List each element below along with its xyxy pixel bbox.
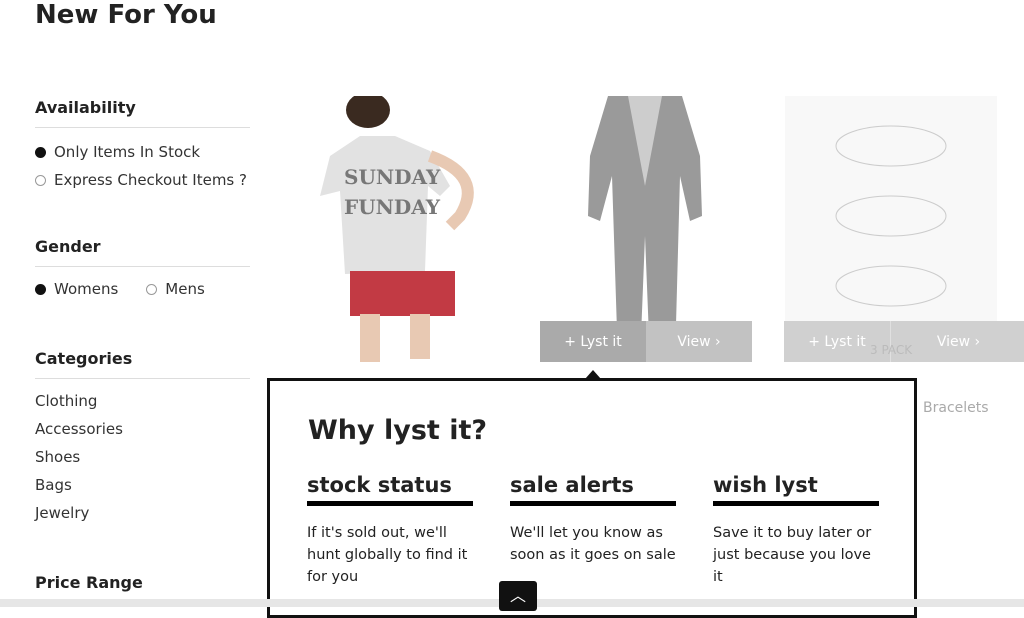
radio-icon <box>35 146 46 158</box>
why-lyst-popup: Why lyst it? stock status If it's sold o… <box>267 378 917 618</box>
popup-title: Why lyst it? <box>308 415 488 446</box>
chevron-up-icon: ︿ <box>509 586 526 605</box>
popup-column-wish: wish lyst Save it to buy later or just b… <box>713 473 879 588</box>
category-shoes[interactable]: Shoes <box>35 443 250 471</box>
radio-icon <box>35 283 46 295</box>
popup-column-sale: sale alerts We'll let you know as soon a… <box>510 473 676 566</box>
category-bags[interactable]: Bags <box>35 471 250 499</box>
column-text: Save it to buy later or just because you… <box>713 525 872 585</box>
product-category: Bracelets <box>923 400 989 416</box>
gender-title: Gender <box>35 237 250 267</box>
lyst-it-button[interactable]: + Lyst it <box>540 321 646 362</box>
page-title: New For You <box>35 0 217 30</box>
view-button[interactable]: View › <box>646 321 752 362</box>
radio-icon <box>35 174 46 186</box>
product-tshirt[interactable]: SUNDAY FUNDAY <box>300 92 512 362</box>
column-text: If it's sold out, we'll hunt globally to… <box>307 525 468 585</box>
column-heading: stock status <box>307 473 473 506</box>
categories-filter: Categories Clothing Accessories Shoes Ba… <box>35 349 250 527</box>
option-in-stock[interactable]: Only Items In Stock <box>35 138 250 166</box>
availability-title: Availability <box>35 98 250 128</box>
radio-icon <box>146 283 158 295</box>
availability-filter: Availability Only Items In Stock Express… <box>35 98 250 194</box>
column-heading: wish lyst <box>713 473 879 506</box>
popup-column-stock: stock status If it's sold out, we'll hun… <box>307 473 473 588</box>
option-label: Only Items In Stock <box>54 143 201 161</box>
option-express-checkout[interactable]: Express Checkout Items ? <box>35 166 250 194</box>
product-2-actions: + Lyst it View › <box>540 321 752 362</box>
pack-label: 3 PACK <box>870 343 913 357</box>
option-label: Express Checkout Items ? <box>54 171 247 189</box>
option-womens[interactable]: Womens <box>35 275 118 303</box>
column-text: We'll let you know as soon as it goes on… <box>510 525 676 563</box>
categories-title: Categories <box>35 349 250 379</box>
tshirt-print: SUNDAY FUNDAY <box>344 165 441 219</box>
category-clothing[interactable]: Clothing <box>35 387 250 415</box>
column-heading: sale alerts <box>510 473 676 506</box>
option-label: Womens <box>54 280 119 298</box>
product-image <box>320 92 474 362</box>
gender-filter: Gender Womens Mens <box>35 237 250 303</box>
category-jewelry[interactable]: Jewelry <box>35 499 250 527</box>
option-label: Mens <box>165 280 205 298</box>
option-mens[interactable]: Mens <box>146 275 205 303</box>
category-accessories[interactable]: Accessories <box>35 415 250 443</box>
